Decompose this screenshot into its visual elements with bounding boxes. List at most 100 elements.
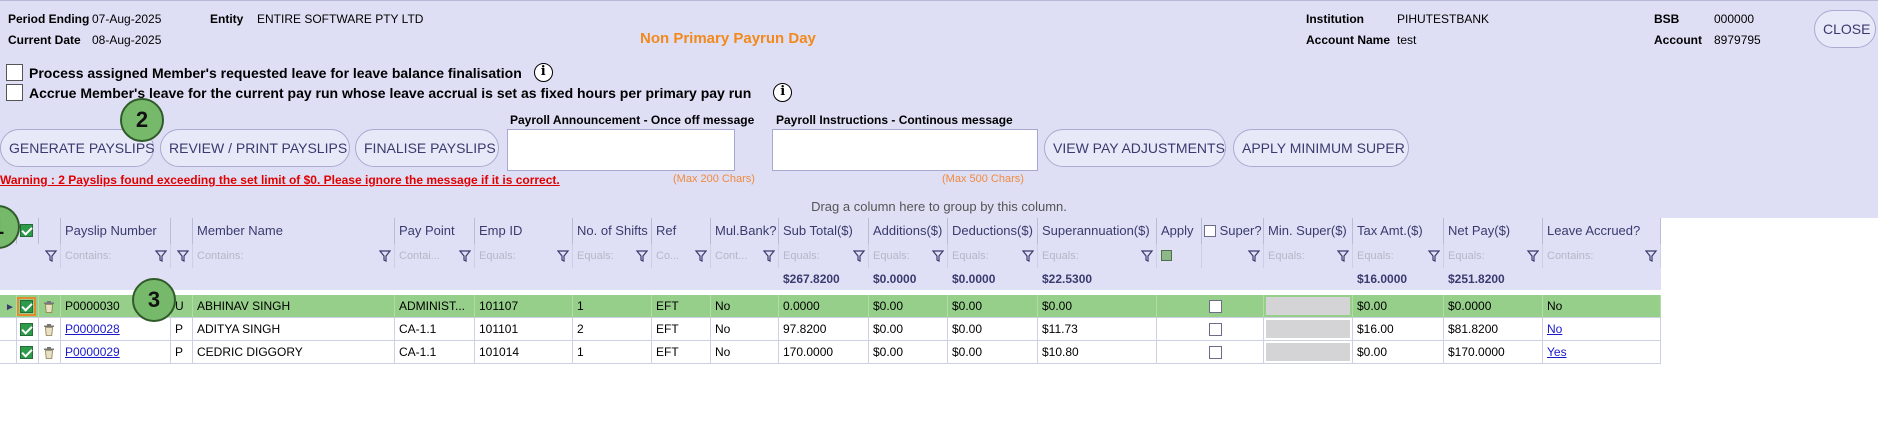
info-icon[interactable]: i: [773, 83, 793, 102]
super-header-checkbox[interactable]: [1204, 224, 1216, 237]
trash-icon[interactable]: [44, 300, 54, 313]
col-member-name[interactable]: Member Name: [193, 218, 395, 244]
leave-accrued-link[interactable]: Yes: [1543, 341, 1661, 364]
view-pay-adjustments-button[interactable]: VIEW PAY ADJUSTMENTS: [1044, 129, 1226, 167]
apply-super-checkbox[interactable]: [1209, 323, 1222, 337]
col-deductions[interactable]: Deductions($): [948, 218, 1038, 244]
filter-icon[interactable]: [177, 250, 189, 262]
total-additions: $0.0000: [873, 272, 917, 286]
col-shifts[interactable]: No. of Shifts: [573, 218, 652, 244]
col-min-super[interactable]: Min. Super($): [1264, 218, 1353, 244]
announcement-max-chars: (Max 200 Chars): [673, 173, 755, 185]
sub-total: 97.8200: [779, 318, 869, 341]
table-row[interactable]: P0000028 P ADITYA SINGH CA-1.1 101101 2 …: [0, 318, 1661, 341]
row-select-checkbox[interactable]: [17, 297, 36, 317]
filter-shifts[interactable]: Equals:: [573, 244, 652, 268]
finalise-payslips-button[interactable]: FINALISE PAYSLIPS: [355, 129, 499, 167]
ref: EFT: [652, 341, 711, 364]
filter-leave-accrued[interactable]: Contains:: [1543, 244, 1661, 268]
select-all-header: [17, 218, 39, 244]
filter-icon[interactable]: [1428, 250, 1440, 262]
filter-emp-id[interactable]: Equals:: [475, 244, 573, 268]
filter-icon[interactable]: [636, 250, 648, 262]
col-leave-accrued[interactable]: Leave Accrued?: [1543, 218, 1661, 244]
filter-icon[interactable]: [155, 250, 167, 262]
filter-super[interactable]: [1202, 244, 1264, 268]
payslip-limit-warning: Warning : 2 Payslips found exceeding the…: [0, 173, 560, 187]
trash-icon[interactable]: [44, 323, 54, 336]
filter-icon[interactable]: [1645, 250, 1657, 262]
filter-icon[interactable]: [459, 250, 471, 262]
member-name: ADITYA SINGH: [193, 318, 395, 341]
filter-payslip-number[interactable]: Contains:: [61, 244, 171, 268]
filter-net-pay[interactable]: Equals:: [1444, 244, 1543, 268]
col-mul-bank[interactable]: Mul.Bank?: [711, 218, 779, 244]
total-sub-total: $267.8200: [783, 272, 840, 286]
filter-mul-bank[interactable]: Cont...: [711, 244, 779, 268]
filter-superannuation[interactable]: Equals:: [1038, 244, 1157, 268]
filter-icon[interactable]: [695, 250, 707, 262]
filter-checked-icon[interactable]: [1161, 250, 1172, 261]
filter-icon[interactable]: [379, 250, 391, 262]
row-select-checkbox[interactable]: [20, 323, 33, 337]
col-sub-total[interactable]: Sub Total($): [779, 218, 869, 244]
bsb-label: BSB: [1654, 12, 1680, 26]
apply-super-checkbox[interactable]: [1209, 346, 1222, 360]
instructions-input[interactable]: [772, 129, 1038, 171]
filter-icon[interactable]: [1527, 250, 1539, 262]
filter-tax[interactable]: Equals:: [1353, 244, 1444, 268]
col-pay-point[interactable]: Pay Point: [395, 218, 475, 244]
payslip-number-link[interactable]: P0000029: [61, 341, 171, 364]
col-superannuation[interactable]: Superannuation($): [1038, 218, 1157, 244]
apply-super-checkbox[interactable]: [1209, 300, 1222, 314]
institution-label: Institution: [1306, 12, 1364, 26]
filter-icon[interactable]: [557, 250, 569, 262]
filter-icon[interactable]: [763, 250, 775, 262]
filter-ref[interactable]: Co...: [652, 244, 711, 268]
col-additions[interactable]: Additions($): [869, 218, 948, 244]
close-button[interactable]: CLOSE: [1814, 10, 1876, 48]
accrue-leave-checkbox[interactable]: [6, 84, 23, 101]
filter-apply[interactable]: [1157, 244, 1202, 268]
filter-icon[interactable]: [45, 250, 57, 262]
filter-icon[interactable]: [932, 250, 944, 262]
leave-accrued-link[interactable]: No: [1543, 318, 1661, 341]
table-row[interactable]: P0000029 P CEDRIC DIGGORY CA-1.1 101014 …: [0, 341, 1661, 364]
apply-minimum-super-button[interactable]: APPLY MINIMUM SUPER: [1233, 129, 1409, 167]
filter-deductions[interactable]: Equals:: [948, 244, 1038, 268]
group-by-drop-area[interactable]: Drag a column here to group by this colu…: [0, 196, 1878, 218]
filter-min-super[interactable]: Equals:: [1264, 244, 1353, 268]
period-ending-label: Period Ending: [8, 12, 90, 26]
info-icon[interactable]: i: [533, 63, 553, 82]
announcement-input[interactable]: [507, 129, 735, 171]
net-pay: $170.0000: [1444, 341, 1543, 364]
min-super-cell: [1264, 295, 1353, 318]
col-net-pay[interactable]: Net Pay($): [1444, 218, 1543, 244]
col-ref[interactable]: Ref: [652, 218, 711, 244]
emp-id: 101101: [475, 318, 573, 341]
instructions-label: Payroll Instructions - Continous message: [776, 113, 1013, 127]
process-leave-checkbox[interactable]: [6, 64, 23, 81]
filter-sub-total[interactable]: Equals:: [779, 244, 869, 268]
col-super[interactable]: Super?: [1202, 218, 1264, 244]
filter-status-flag[interactable]: [171, 244, 193, 268]
col-status-flag[interactable]: [171, 218, 193, 244]
col-apply[interactable]: Apply: [1157, 218, 1202, 244]
filter-additions[interactable]: Equals:: [869, 244, 948, 268]
filter-icon[interactable]: [1337, 250, 1349, 262]
table-row[interactable]: ► P0000030 U ABHINAV SINGH ADMINIST... 1…: [0, 295, 1661, 318]
sub-total: 0.0000: [779, 295, 869, 318]
filter-icon[interactable]: [1022, 250, 1034, 262]
col-payslip-number[interactable]: Payslip Number: [61, 218, 171, 244]
filter-icon[interactable]: [1248, 250, 1260, 262]
col-tax[interactable]: Tax Amt.($): [1353, 218, 1444, 244]
filter-icon[interactable]: [1141, 250, 1153, 262]
col-emp-id[interactable]: Emp ID: [475, 218, 573, 244]
filter-icon[interactable]: [853, 250, 865, 262]
filter-pay-point[interactable]: Contai...: [395, 244, 475, 268]
filter-member-name[interactable]: Contains:: [193, 244, 395, 268]
row-select-checkbox[interactable]: [20, 346, 33, 360]
review-print-payslips-button[interactable]: REVIEW / PRINT PAYSLIPS: [160, 129, 350, 167]
select-all-checkbox[interactable]: [20, 224, 33, 238]
trash-icon[interactable]: [44, 346, 54, 359]
